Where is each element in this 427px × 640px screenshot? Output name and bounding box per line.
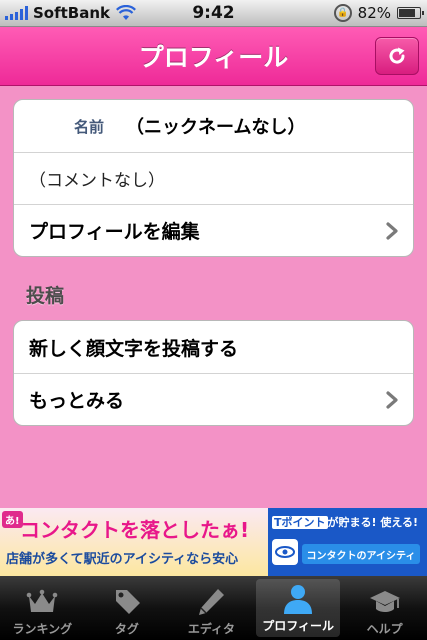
comment-text: （コメントなし）	[29, 171, 165, 191]
new-post-label: 新しく顔文字を投稿する	[29, 337, 239, 360]
profile-group: 名前 （ニックネームなし） （コメントなし） プロフィールを編集	[13, 99, 414, 257]
tab-profile[interactable]: プロフィール	[255, 579, 341, 637]
ad-headline: コンタクトを落としたぁ!	[20, 518, 250, 542]
battery-percent: 82%	[357, 4, 391, 22]
carrier-label: SoftBank	[33, 4, 111, 22]
ad-brand-label: コンタクトのアイシティ	[302, 544, 420, 564]
refresh-button[interactable]	[375, 37, 419, 75]
status-bar: SoftBank 9:42 🔒 82%	[0, 0, 427, 27]
ad-tpoint-brand: Tポイント	[272, 516, 328, 529]
ad-right-panel: Tポイント が貯まる! 使える! コンタクトのアイシティ	[268, 508, 427, 576]
crown-icon	[26, 589, 58, 612]
tab-label: タグ	[114, 622, 139, 636]
eyecity-logo	[272, 539, 298, 565]
tab-bar: ランキング タグ エディタ プロフィール ヘルプ	[0, 576, 427, 640]
more-label: もっとみる	[29, 390, 125, 412]
tab-label: エディタ	[187, 622, 236, 636]
nav-bar: プロフィール	[0, 27, 427, 86]
ad-subtext: 店舗が多くて駅近のアイシティなら安心	[6, 552, 239, 567]
refresh-icon	[389, 47, 405, 64]
tab-editor[interactable]: エディタ	[169, 576, 254, 640]
tab-help[interactable]: ヘルプ	[342, 576, 427, 640]
tab-tag[interactable]: タグ	[85, 576, 170, 640]
more-row[interactable]: もっとみる	[14, 373, 413, 425]
chevron-right-icon	[386, 391, 398, 409]
edit-profile-label: プロフィールを編集	[29, 221, 200, 243]
tag-icon	[115, 590, 140, 614]
name-value: （ニックネームなし）	[126, 117, 306, 138]
battery-icon	[397, 7, 424, 19]
rotation-lock-icon: 🔒	[333, 4, 352, 22]
tab-label: プロフィール	[262, 619, 334, 633]
ad-banner[interactable]: あ! コンタクトを落としたぁ! 店舗が多くて駅近のアイシティなら安心 Tポイント…	[0, 508, 427, 576]
edit-profile-row[interactable]: プロフィールを編集	[14, 204, 413, 256]
comment-row: （コメントなし）	[14, 152, 413, 204]
chevron-right-icon	[386, 222, 398, 240]
graduation-cap-icon	[369, 591, 400, 612]
new-post-row[interactable]: 新しく顔文字を投稿する	[14, 321, 413, 373]
signal-icon	[5, 6, 28, 20]
name-row: 名前 （ニックネームなし）	[14, 100, 413, 152]
battery-fill	[399, 9, 416, 17]
ad-left-panel: あ! コンタクトを落としたぁ! 店舗が多くて駅近のアイシティなら安心	[0, 508, 268, 576]
person-icon	[284, 585, 313, 614]
tab-ranking[interactable]: ランキング	[0, 576, 85, 640]
ad-tpoint-text: Tポイント が貯まる! 使える!	[272, 514, 423, 530]
section-header-posts: 投稿	[26, 285, 65, 307]
tab-label: ヘルプ	[366, 622, 403, 636]
pen-icon	[199, 589, 225, 615]
post-group: 新しく顔文字を投稿する もっとみる	[13, 320, 414, 426]
page-title: プロフィール	[138, 43, 289, 72]
wifi-icon	[116, 5, 136, 20]
ad-tpoint-rest: が貯まる! 使える!	[327, 516, 419, 529]
name-label: 名前	[73, 117, 104, 136]
tab-label: ランキング	[12, 622, 73, 636]
